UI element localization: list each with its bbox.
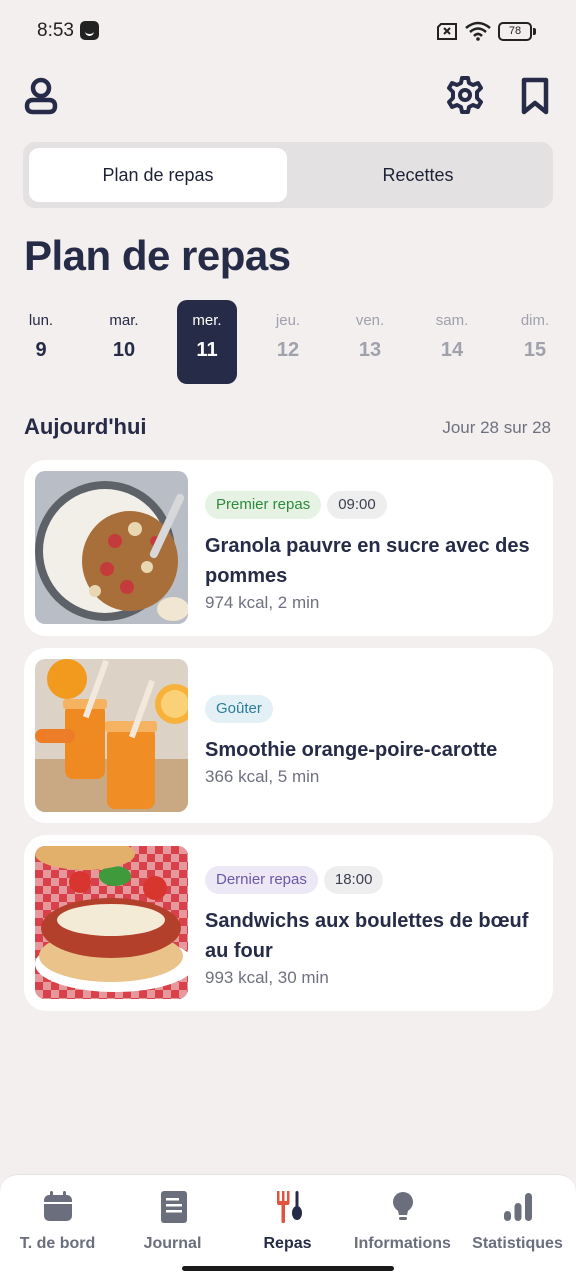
- meal-image-smoothie: [35, 659, 188, 812]
- journal-icon: [160, 1191, 187, 1223]
- day-name: jeu.: [275, 312, 301, 329]
- wifi-icon: [465, 21, 491, 41]
- meal-calories-time: 974 kcal, 2 min: [205, 593, 320, 612]
- week-day-selector: lun. 9 mar. 10 mer. 11 jeu. 12 ven. 13 s…: [0, 300, 576, 384]
- meal-card[interactable]: Goûter Smoothie orange-poire-carotte 366…: [24, 648, 553, 823]
- gear-icon[interactable]: [445, 75, 485, 115]
- meal-image-meatball-sandwich: [35, 846, 188, 999]
- nav-statistics[interactable]: Statistiques: [460, 1185, 575, 1265]
- meal-image-granola: [35, 471, 188, 624]
- day-number: 13: [358, 339, 382, 361]
- view-switcher: Plan de repas Recettes: [23, 142, 553, 208]
- meal-time-badge: 18:00: [323, 866, 384, 894]
- day-number: 10: [112, 339, 136, 361]
- meal-type-badge: Dernier repas: [205, 866, 318, 894]
- day-name: mar.: [109, 312, 139, 329]
- day-wednesday[interactable]: mer. 11: [177, 300, 237, 384]
- nav-meals[interactable]: Repas: [230, 1185, 345, 1265]
- day-number: 15: [523, 339, 547, 361]
- meal-title: Smoothie orange-poire-carotte: [205, 739, 498, 761]
- nav-journal[interactable]: Journal: [115, 1185, 230, 1265]
- day-name: mer.: [192, 312, 222, 329]
- day-tuesday[interactable]: mar. 10: [94, 300, 154, 384]
- meal-type-badge: Premier repas: [205, 491, 322, 519]
- meal-calories-time: 366 kcal, 5 min: [205, 767, 320, 786]
- meal-tags: Premier repas 09:00: [205, 491, 535, 519]
- no-sim-icon: [437, 23, 457, 40]
- plan-progress: Jour 28 sur 28: [442, 418, 551, 437]
- battery-icon: 78: [498, 22, 536, 41]
- bottom-navigation: T. de bord Journal Repas Informations St…: [0, 1174, 576, 1280]
- bar-chart-icon: [503, 1193, 532, 1221]
- nav-label: Statistiques: [472, 1235, 563, 1252]
- day-sunday[interactable]: dim. 15: [505, 300, 565, 384]
- meal-title: Sandwichs aux boulettes de bœuf au four: [205, 910, 529, 962]
- battery-level: 78: [498, 22, 532, 41]
- meal-calories-time: 993 kcal, 30 min: [205, 968, 329, 987]
- nav-label: Journal: [143, 1235, 202, 1252]
- nav-label: Informations: [354, 1235, 451, 1252]
- day-number: 9: [35, 339, 47, 361]
- meal-time-badge: 09:00: [327, 491, 387, 519]
- meal-card[interactable]: Premier repas 09:00 Granola pauvre en su…: [24, 460, 553, 636]
- meal-title: Granola pauvre en sucre avec des pommes: [205, 535, 530, 587]
- day-number: 12: [276, 339, 300, 361]
- status-bar: 8:53 78: [0, 0, 576, 64]
- nav-dashboard[interactable]: T. de bord: [0, 1185, 115, 1265]
- day-name: sam.: [435, 312, 469, 329]
- fork-spoon-icon: [276, 1191, 302, 1223]
- home-indicator[interactable]: [182, 1266, 394, 1271]
- day-friday[interactable]: ven. 13: [340, 300, 400, 384]
- nav-label: T. de bord: [19, 1235, 96, 1252]
- status-time: 8:53: [37, 20, 74, 41]
- nav-information[interactable]: Informations: [345, 1185, 460, 1265]
- meal-type-badge: Goûter: [205, 695, 273, 723]
- page-title: Plan de repas: [24, 232, 291, 279]
- bookmark-icon[interactable]: [518, 76, 552, 116]
- day-saturday[interactable]: sam. 14: [422, 300, 482, 384]
- day-name: ven.: [355, 312, 385, 329]
- tab-meal-plan[interactable]: Plan de repas: [29, 148, 287, 202]
- meal-info: Premier repas 09:00 Granola pauvre en su…: [205, 491, 535, 613]
- tab-recipes[interactable]: Recettes: [289, 148, 547, 202]
- notification-app-icon: [80, 21, 99, 40]
- meal-card[interactable]: Dernier repas 18:00 Sandwichs aux boulet…: [24, 835, 553, 1011]
- nav-label: Repas: [263, 1235, 312, 1252]
- lightbulb-icon: [392, 1192, 413, 1220]
- calendar-icon: [43, 1191, 72, 1221]
- meal-info: Goûter Smoothie orange-poire-carotte 366…: [205, 695, 535, 787]
- meal-tags: Goûter: [205, 695, 535, 723]
- day-number: 11: [196, 339, 218, 361]
- day-number: 14: [440, 339, 464, 361]
- profile-icon[interactable]: [22, 76, 60, 116]
- meal-tags: Dernier repas 18:00: [205, 866, 535, 894]
- day-thursday[interactable]: jeu. 12: [258, 300, 318, 384]
- meal-info: Dernier repas 18:00 Sandwichs aux boulet…: [205, 866, 535, 988]
- section-title: Aujourd'hui: [24, 414, 147, 439]
- day-monday[interactable]: lun. 9: [11, 300, 71, 384]
- day-name: dim.: [520, 312, 550, 329]
- day-name: lun.: [28, 312, 54, 329]
